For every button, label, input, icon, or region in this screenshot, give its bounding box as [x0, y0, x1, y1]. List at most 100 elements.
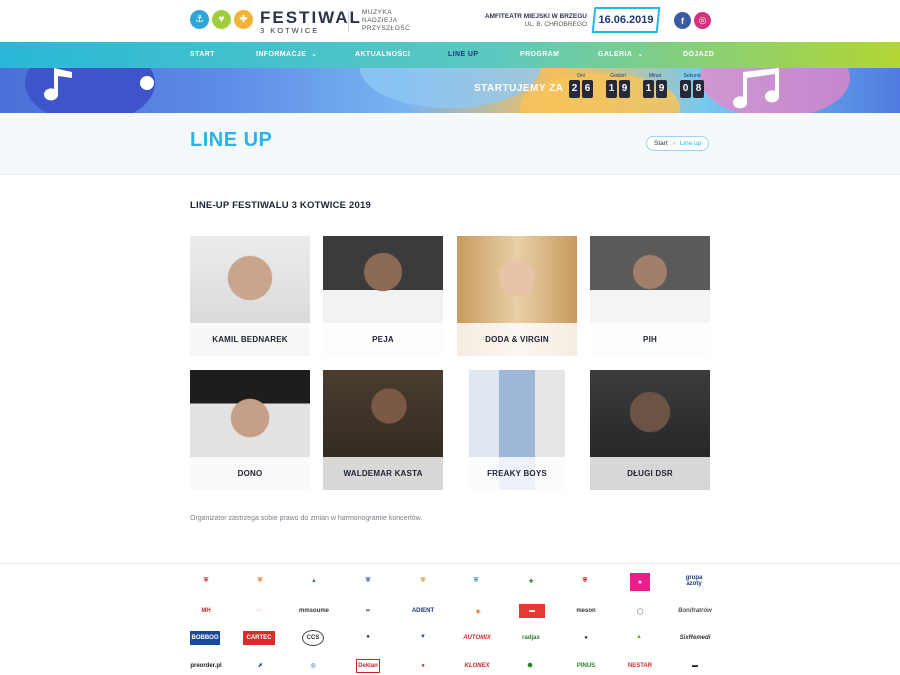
- lineup-heading: LINE-UP FESTIWALU 3 KOTWICE 2019: [190, 200, 371, 211]
- sponsor-logo-icon[interactable]: ▬: [519, 604, 545, 618]
- countdown-digit: 1: [606, 80, 617, 98]
- sponsor-cartec[interactable]: CARTEC: [243, 631, 275, 645]
- sponsor-logo-icon[interactable]: ●: [568, 631, 604, 645]
- countdown-minutes: Minut 19: [643, 72, 667, 98]
- breadcrumb-start[interactable]: Start: [654, 140, 668, 147]
- countdown-digit: 0: [680, 80, 691, 98]
- sponsors-section: ⛨ ⛨ ▲ ⛨ ⛨ ⛨ ✚ ⛨ ★ grupa azoty MH ◠ mmsou…: [0, 563, 900, 675]
- sponsor-mmsoume[interactable]: mmsoume: [294, 604, 334, 618]
- artist-card[interactable]: PIH: [590, 236, 710, 356]
- countdown-banner: [0, 68, 900, 113]
- countdown-digit: 2: [569, 80, 580, 98]
- sponsor-crest-icon[interactable]: ⛨: [198, 574, 214, 588]
- artist-card[interactable]: PEJA: [323, 236, 443, 356]
- sponsor-preorder[interactable]: preorder.pl: [188, 659, 224, 673]
- sponsor-crest-icon[interactable]: ⛨: [416, 574, 430, 588]
- motto-line: MUZYKA: [362, 9, 393, 16]
- venue-name: AMFITEATR MIEJSKI W BRZEGU: [484, 13, 587, 20]
- countdown-digit: 9: [619, 80, 630, 98]
- artist-card[interactable]: KAMIL BEDNAREK: [190, 236, 310, 356]
- header-divider: [348, 10, 349, 32]
- countdown-unit-label: Minut: [648, 73, 662, 79]
- nav-item-informacje[interactable]: INFORMACJE ⌄: [256, 42, 318, 68]
- sponsor-adient[interactable]: ADIENT: [408, 604, 438, 618]
- sponsor-pinus[interactable]: PINUS: [570, 659, 602, 673]
- nav-item-start[interactable]: START: [190, 42, 215, 68]
- sponsor-automix[interactable]: AUTOMIX: [461, 631, 493, 645]
- artist-card[interactable]: WALDEMAR KASTA: [323, 370, 443, 490]
- nav-item-dojazd[interactable]: DOJAZD: [683, 42, 714, 68]
- artist-card[interactable]: DONO: [190, 370, 310, 490]
- sponsor-logo-icon[interactable]: ◉: [470, 604, 486, 618]
- countdown-digit: 8: [693, 80, 704, 98]
- nav-item-galeria[interactable]: GALERIA ⌄: [598, 42, 644, 68]
- sponsor-crest-icon[interactable]: ⛨: [469, 574, 483, 588]
- sponsor-glasses-icon[interactable]: ∞: [354, 604, 382, 618]
- artist-name: PEJA: [372, 335, 394, 344]
- motto-line: NADZIEJA: [362, 17, 398, 24]
- nav-item-lineup[interactable]: LINE UP: [448, 42, 478, 68]
- facebook-icon[interactable]: f: [674, 12, 691, 29]
- sponsor-logo-icon[interactable]: ★: [630, 573, 650, 591]
- sponsor-bobboo[interactable]: BOBBOO: [190, 631, 220, 645]
- sponsor-logo-icon[interactable]: ⬢: [521, 658, 539, 672]
- sponsor-radjax[interactable]: radjax: [514, 631, 548, 645]
- sponsor-deklan[interactable]: Deklan: [356, 659, 380, 673]
- heart-logo-icon: ♥: [212, 10, 231, 29]
- sponsor-logo-icon[interactable]: ◯: [631, 604, 649, 618]
- nav-item-aktualnosci[interactable]: AKTUALNOŚCI: [355, 42, 410, 68]
- sponsor-crest-icon[interactable]: ⛨: [578, 574, 592, 588]
- artist-card[interactable]: FREAKY BOYS: [457, 370, 577, 490]
- countdown-unit-label: Sekund: [683, 73, 701, 79]
- nav-item-program[interactable]: PROGRAM: [520, 42, 559, 68]
- motto: MUZYKA NADZIEJA PRZYSZŁOŚĆ: [362, 9, 410, 33]
- main-nav: START INFORMACJE ⌄ AKTUALNOŚCI LINE UP PR…: [0, 42, 900, 68]
- anchor-logo-icon: ⚓: [190, 10, 209, 29]
- countdown-hours: Godzin 19: [606, 72, 630, 98]
- artist-card[interactable]: DŁUGI DSR: [590, 370, 710, 490]
- sponsor-crest-icon[interactable]: ✚: [523, 574, 539, 588]
- brand-title: FESTIWAL: [260, 8, 362, 27]
- sponsor-logo-icon[interactable]: ●: [407, 659, 439, 673]
- sponsor-logo-icon[interactable]: ▬: [678, 659, 712, 673]
- chevron-down-icon: ⌄: [311, 51, 318, 58]
- breadcrumb-separator-icon: ›: [672, 140, 675, 147]
- sponsor-klonex[interactable]: KLONEX: [460, 659, 494, 673]
- artist-name: DŁUGI DSR: [627, 469, 673, 478]
- artist-name: KAMIL BEDNAREK: [212, 335, 288, 344]
- sponsor-nestar[interactable]: NESTAR: [624, 659, 656, 673]
- breadcrumb: Start › Line up: [646, 136, 710, 151]
- sponsor-crest-icon[interactable]: ◎: [304, 658, 322, 672]
- artist-card[interactable]: DODA & VIRGIN: [457, 236, 577, 356]
- sponsor-logo-icon[interactable]: ⬈: [248, 658, 272, 672]
- artist-name: PIH: [643, 335, 657, 344]
- sponsor-logo-icon[interactable]: ▲: [297, 574, 331, 588]
- sponsor-meson[interactable]: meson: [572, 604, 600, 618]
- page-title: LINE UP: [190, 129, 273, 151]
- site-header: ⚓ ♥ ✚ FESTIWAL 3 KOTWICE MUZYKA NADZIEJA…: [0, 0, 900, 42]
- sponsor-bonifratrow[interactable]: Bonifratrów: [678, 604, 712, 618]
- cross-logo-icon: ✚: [234, 10, 253, 29]
- sponsor-crest-icon[interactable]: ⛨: [252, 574, 268, 588]
- sponsor-mh[interactable]: MH: [193, 604, 219, 618]
- countdown-digit: 9: [656, 80, 667, 98]
- sponsor-logo-icon[interactable]: ●: [360, 630, 376, 644]
- brand-logo[interactable]: FESTIWAL 3 KOTWICE: [260, 9, 362, 35]
- sponsor-crest-icon[interactable]: ⛨: [360, 574, 376, 588]
- motto-line: PRZYSZŁOŚĆ: [362, 25, 411, 32]
- sponsor-logo-icon[interactable]: ▲: [628, 630, 650, 644]
- sponsor-sixremedi[interactable]: SixRemedi: [678, 631, 712, 645]
- festival-date: 16.06.2019: [598, 14, 654, 26]
- sponsor-logo-icon[interactable]: ◠: [243, 604, 275, 618]
- countdown-digit: 1: [643, 80, 654, 98]
- countdown-days: Dni 26: [569, 72, 593, 98]
- sponsor-ccs[interactable]: CCS: [302, 630, 324, 646]
- brand-subtitle: 3 KOTWICE: [260, 26, 320, 35]
- sponsor-grupa-azoty[interactable]: grupa azoty: [680, 574, 708, 588]
- sponsor-logo-icon[interactable]: ▼: [412, 630, 434, 644]
- festival-logo-icons[interactable]: ⚓ ♥ ✚: [190, 10, 253, 29]
- instagram-icon[interactable]: ◎: [694, 12, 711, 29]
- artist-name: WALDEMAR KASTA: [343, 469, 423, 478]
- countdown-unit-label: Dni: [577, 73, 585, 79]
- artist-name: DONO: [237, 469, 263, 478]
